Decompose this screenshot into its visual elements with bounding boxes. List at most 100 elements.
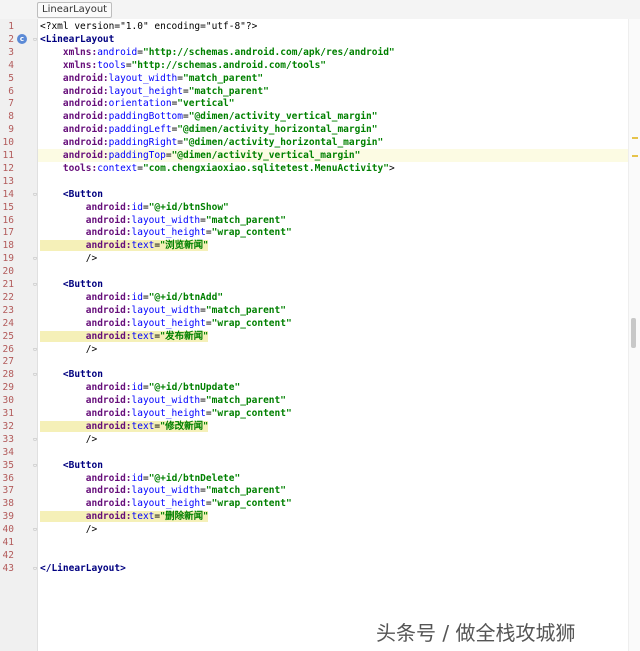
line-gutter[interactable]: 1 2 ▫ 3 4 5 6 7 8 9 10 11 12 13 14 ▫ 15 16 17 18 19 ▫ 20 21 ▫ 22 2… <box>0 19 38 651</box>
code-token: </LinearLayout> <box>40 562 126 574</box>
scrollbar-thumb[interactable] <box>631 318 636 348</box>
code-line[interactable]: <LinearLayout <box>38 33 628 46</box>
code-line[interactable]: <?xml version="1.0" encoding="utf-8"?> <box>38 20 628 33</box>
line-number: 28 <box>2 369 14 381</box>
code-token: android: <box>40 395 132 407</box>
line-number: 17 <box>2 227 14 239</box>
code-text: <LinearLayout <box>40 33 114 46</box>
code-line[interactable]: android:layout_width="match_parent" <box>38 72 628 85</box>
code-line[interactable] <box>38 175 628 188</box>
code-line[interactable]: android:layout_width="match_parent" <box>38 214 628 227</box>
code-token: "@dimen/activity_horizontal_margin" <box>183 137 384 149</box>
line-number: 13 <box>2 175 14 187</box>
code-text: android:layout_width="match_parent" <box>40 484 286 497</box>
code-token: "http://schemas.android.com/apk/res/andr… <box>142 46 395 58</box>
code-line[interactable]: android:layout_height="match_parent" <box>38 85 628 98</box>
code-line[interactable]: android:paddingLeft="@dimen/activity_hor… <box>38 123 628 136</box>
code-line[interactable]: android:id="@+id/btnDelete" <box>38 472 628 485</box>
code-token: "浏览新闻" <box>160 240 209 252</box>
code-token: "match_parent" <box>205 304 286 316</box>
code-line[interactable]: /> <box>38 343 628 356</box>
code-token: android: <box>40 291 132 303</box>
line-number: 36 <box>2 472 14 484</box>
code-line[interactable]: android:paddingBottom="@dimen/activity_v… <box>38 110 628 123</box>
code-token: android: <box>40 240 132 252</box>
code-line[interactable]: android:layout_width="match_parent" <box>38 304 628 317</box>
code-line[interactable] <box>38 549 628 562</box>
class-icon[interactable]: c <box>17 34 27 44</box>
code-text: android:layout_height="wrap_content" <box>40 226 292 239</box>
code-text: android:id="@+id/btnDelete" <box>40 472 240 485</box>
code-line[interactable]: /> <box>38 433 628 446</box>
code-line[interactable]: tools:context="com.chengxiaoxiao.sqlitet… <box>38 162 628 175</box>
code-line[interactable]: /> <box>38 252 628 265</box>
code-line[interactable]: android:text="浏览新闻" <box>38 239 628 252</box>
code-token: android: <box>40 98 109 110</box>
code-line[interactable]: android:id="@+id/btnUpdate" <box>38 381 628 394</box>
code-token: "@+id/btnDelete" <box>148 472 241 484</box>
code-token: "match_parent" <box>205 485 286 497</box>
code-line[interactable]: android:paddingTop="@dimen/activity_vert… <box>38 149 628 162</box>
code-line[interactable]: android:id="@+id/btnAdd" <box>38 291 628 304</box>
code-line[interactable] <box>38 355 628 368</box>
code-token: android: <box>40 382 132 394</box>
code-line[interactable]: android:orientation="vertical" <box>38 97 628 110</box>
code-token: android: <box>40 124 109 136</box>
code-line[interactable]: <Button <box>38 278 628 291</box>
code-text: android:paddingBottom="@dimen/activity_v… <box>40 110 378 123</box>
code-line[interactable] <box>38 446 628 459</box>
scroll-marker[interactable] <box>632 137 638 139</box>
code-token: id <box>131 201 143 213</box>
code-line[interactable] <box>38 265 628 278</box>
code-line[interactable]: xmlns:tools="http://schemas.android.com/… <box>38 59 628 72</box>
line-number: 1 <box>8 21 14 32</box>
code-line[interactable]: android:text="删除新闻" <box>38 510 628 523</box>
code-line[interactable]: android:paddingRight="@dimen/activity_ho… <box>38 136 628 149</box>
code-token: text <box>131 240 155 252</box>
code-editor[interactable]: <?xml version="1.0" encoding="utf-8"?> <L… <box>38 19 628 651</box>
code-token: "@+id/btnAdd" <box>148 291 224 303</box>
code-line[interactable] <box>38 536 628 549</box>
code-text: android:layout_width="match_parent" <box>40 72 263 85</box>
code-token: /> <box>40 253 98 265</box>
code-line[interactable]: android:layout_height="wrap_content" <box>38 226 628 239</box>
code-text: android:layout_width="match_parent" <box>40 394 286 407</box>
code-token: <?xml version="1.0" encoding="utf-8"?> <box>40 21 258 32</box>
code-line[interactable]: android:layout_width="match_parent" <box>38 484 628 497</box>
line-number: 24 <box>2 317 14 329</box>
code-token: android: <box>40 498 132 510</box>
code-token: "com.chengxiaoxiao.sqlitetest.MenuActivi… <box>142 162 389 174</box>
code-token: layout_width <box>108 72 178 84</box>
line-number: 23 <box>2 304 14 316</box>
line-number: 33 <box>2 433 14 445</box>
code-token: layout_height <box>131 498 206 510</box>
code-line[interactable]: <Button <box>38 368 628 381</box>
line-number: 10 <box>2 137 14 149</box>
code-token: "@+id/btnShow" <box>148 201 229 213</box>
code-text: android:paddingRight="@dimen/activity_ho… <box>40 136 383 149</box>
code-text: android:layout_height="wrap_content" <box>40 497 292 510</box>
code-line[interactable]: android:text="发布新闻" <box>38 330 628 343</box>
code-text: /> <box>40 433 97 446</box>
code-text: android:text="浏览新闻" <box>40 239 209 252</box>
code-line[interactable]: </LinearLayout> <box>38 562 628 575</box>
code-line[interactable]: /> <box>38 523 628 536</box>
code-line[interactable]: <Button <box>38 188 628 201</box>
code-line[interactable]: android:layout_height="wrap_content" <box>38 317 628 330</box>
code-line[interactable]: android:layout_width="match_parent" <box>38 394 628 407</box>
code-line[interactable]: xmlns:android="http://schemas.android.co… <box>38 46 628 59</box>
code-line[interactable]: android:id="@+id/btnShow" <box>38 201 628 214</box>
code-line[interactable]: android:layout_height="wrap_content" <box>38 497 628 510</box>
code-token: layout_width <box>131 395 201 407</box>
breadcrumb[interactable]: LinearLayout <box>37 2 113 18</box>
code-token: layout_width <box>131 485 201 497</box>
code-line[interactable]: android:layout_height="wrap_content" <box>38 407 628 420</box>
scroll-marker[interactable] <box>632 155 638 157</box>
line-number: 16 <box>2 214 14 226</box>
code-token: "修改新闻" <box>160 420 209 432</box>
code-token: android: <box>40 485 132 497</box>
code-line[interactable]: android:text="修改新闻" <box>38 420 628 433</box>
code-line[interactable]: <Button <box>38 459 628 472</box>
code-token: android: <box>40 420 132 432</box>
line-number: 42 <box>2 549 14 561</box>
